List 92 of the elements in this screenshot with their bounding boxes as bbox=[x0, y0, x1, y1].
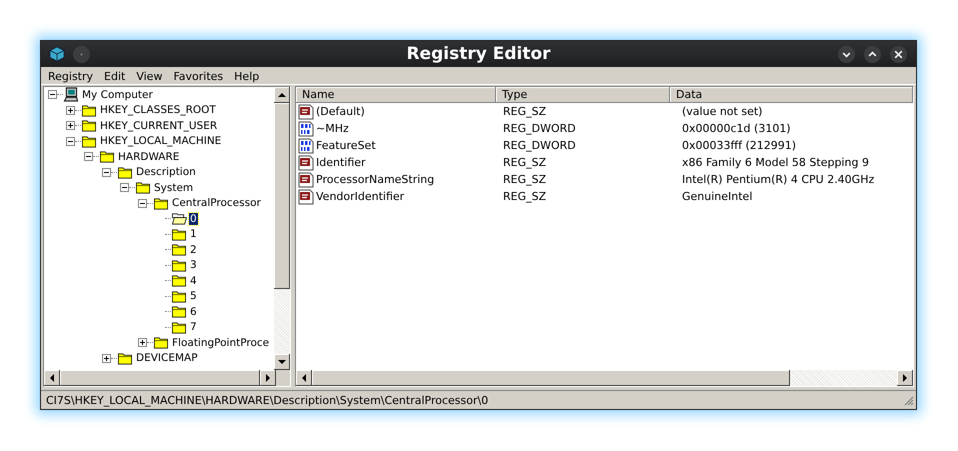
value-name[interactable]: ~MHz bbox=[316, 122, 349, 135]
folder-icon bbox=[171, 226, 187, 242]
scroll-right-icon[interactable] bbox=[260, 370, 276, 386]
cube-icon bbox=[49, 46, 65, 62]
folder-icon bbox=[153, 196, 169, 211]
column-header[interactable]: Type bbox=[496, 87, 670, 103]
tree-item[interactable]: System bbox=[153, 182, 194, 194]
tree-item[interactable]: 3 bbox=[189, 259, 198, 272]
scroll-left-icon[interactable] bbox=[44, 370, 60, 386]
tree-item[interactable]: FloatingPointProce bbox=[171, 336, 270, 349]
menu-item[interactable]: Help bbox=[234, 70, 260, 83]
tree-item[interactable]: HKEY_CURRENT_USER bbox=[99, 120, 218, 132]
folder-icon bbox=[171, 304, 187, 320]
status-path: CI7S\HKEY_LOCAL_MACHINE\HARDWARE\Description\System\CentralProcessor\0 bbox=[46, 394, 488, 406]
menu-item[interactable]: View bbox=[136, 70, 162, 83]
folder-icon bbox=[171, 320, 187, 335]
tree-item[interactable]: 1 bbox=[189, 228, 198, 240]
expander-icon[interactable] bbox=[138, 338, 147, 348]
value-data: Intel(R) Pentium(R) 4 CPU 2.40GHz bbox=[681, 173, 876, 186]
value-name[interactable]: (Default) bbox=[316, 105, 365, 118]
scroll-thumb[interactable] bbox=[60, 370, 260, 386]
tree-item[interactable]: 0 bbox=[189, 212, 198, 225]
value-data: (value not set) bbox=[681, 105, 764, 118]
folder-icon bbox=[171, 258, 187, 273]
folder-icon bbox=[81, 102, 97, 118]
value-type: REG_SZ bbox=[502, 105, 548, 118]
tree-item[interactable]: 2 bbox=[189, 244, 198, 256]
expander-icon[interactable] bbox=[120, 183, 129, 192]
menu-item[interactable]: Registry bbox=[48, 70, 94, 83]
value-type: REG_SZ bbox=[502, 156, 548, 169]
expander-icon[interactable] bbox=[66, 121, 75, 130]
horizontal-scrollbar[interactable] bbox=[296, 370, 913, 386]
value-data: 0x00000c1d (3101) bbox=[681, 122, 792, 135]
value-name[interactable]: Identifier bbox=[316, 156, 366, 169]
value-data: GenuineIntel bbox=[681, 190, 754, 203]
maximize-button[interactable] bbox=[862, 44, 882, 64]
value-name[interactable]: VendorIdentifier bbox=[316, 190, 404, 203]
value-name[interactable]: FeatureSet bbox=[316, 139, 376, 152]
scroll-up-icon[interactable] bbox=[274, 87, 290, 103]
folder-icon bbox=[81, 134, 97, 149]
folder-icon bbox=[171, 273, 187, 288]
expander-icon[interactable] bbox=[48, 90, 57, 100]
scrollbar-corner bbox=[276, 370, 290, 386]
tree-item[interactable]: 7 bbox=[189, 321, 198, 334]
expander-icon[interactable] bbox=[84, 152, 93, 162]
computer-icon bbox=[63, 87, 79, 102]
tree-item[interactable]: CentralProcessor bbox=[171, 197, 262, 210]
value-type: REG_DWORD bbox=[502, 122, 577, 135]
value-type: REG_SZ bbox=[502, 190, 548, 203]
resize-grip-icon[interactable] bbox=[902, 394, 914, 406]
menu-item[interactable]: Edit bbox=[104, 70, 126, 83]
close-button[interactable] bbox=[888, 44, 908, 64]
folder-icon bbox=[99, 149, 115, 164]
column-header[interactable]: Name bbox=[296, 87, 496, 103]
value-data: 0x00033fff (212991) bbox=[681, 139, 798, 152]
value-name[interactable]: ProcessorNameString bbox=[316, 173, 434, 186]
tree-item[interactable]: DEVICEMAP bbox=[135, 352, 199, 364]
tree-item[interactable]: HKEY_CLASSES_ROOT bbox=[99, 104, 217, 116]
folder-icon bbox=[81, 118, 97, 134]
folder-icon bbox=[117, 164, 133, 180]
tree-item[interactable]: HARDWARE bbox=[117, 150, 180, 163]
menu-item[interactable]: Favorites bbox=[173, 70, 224, 83]
expander-icon[interactable] bbox=[102, 354, 111, 363]
column-header[interactable]: Data bbox=[670, 87, 913, 103]
horizontal-scrollbar[interactable] bbox=[44, 370, 290, 386]
open-folder-icon bbox=[171, 211, 187, 226]
scroll-left-icon[interactable] bbox=[296, 370, 312, 386]
value-data: x86 Family 6 Model 58 Stepping 9 bbox=[681, 156, 870, 169]
expander-icon[interactable] bbox=[102, 168, 111, 177]
window-title: Registry Editor bbox=[406, 44, 551, 64]
tree-item[interactable]: HKEY_LOCAL_MACHINE bbox=[99, 135, 222, 148]
scroll-thumb[interactable] bbox=[312, 370, 790, 386]
value-type: REG_DWORD bbox=[502, 139, 577, 152]
scroll-down-icon[interactable] bbox=[274, 354, 290, 370]
expander-icon[interactable] bbox=[66, 106, 75, 115]
scroll-right-icon[interactable] bbox=[897, 370, 913, 386]
value-type: REG_SZ bbox=[502, 173, 548, 186]
tree-item[interactable]: 4 bbox=[189, 274, 198, 287]
folder-icon bbox=[153, 335, 169, 350]
folder-icon bbox=[171, 288, 187, 304]
folder-icon bbox=[135, 180, 151, 196]
tree-item[interactable]: Description bbox=[135, 166, 197, 178]
tree-item[interactable]: 6 bbox=[189, 306, 198, 318]
tree-item[interactable]: 5 bbox=[189, 290, 198, 302]
expander-icon[interactable] bbox=[66, 136, 75, 146]
tree-item[interactable]: My Computer bbox=[81, 88, 154, 101]
expander-icon[interactable] bbox=[138, 198, 147, 208]
vertical-scrollbar[interactable] bbox=[274, 87, 290, 370]
minimize-button[interactable] bbox=[836, 44, 856, 64]
scroll-thumb[interactable] bbox=[274, 103, 290, 289]
folder-icon bbox=[171, 242, 187, 258]
folder-icon bbox=[117, 350, 133, 366]
